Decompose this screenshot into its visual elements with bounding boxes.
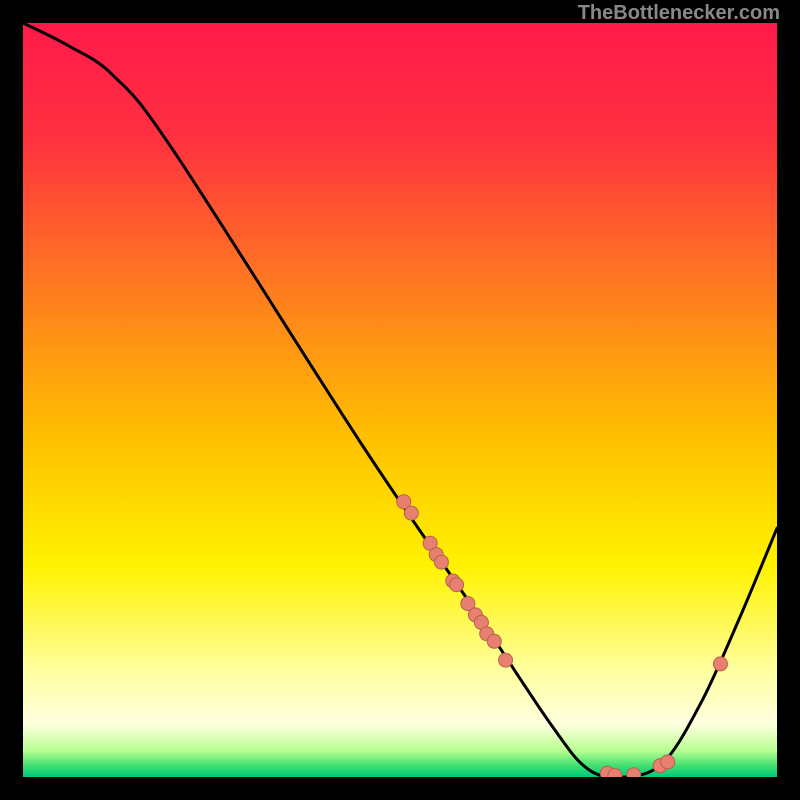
chart-svg [23,23,777,777]
data-point [487,634,501,648]
data-point [627,768,641,777]
gradient-background [23,23,777,777]
data-point [450,578,464,592]
data-point [713,657,727,671]
data-point [434,555,448,569]
data-point [404,506,418,520]
plot-area [23,23,777,777]
attribution-text: TheBottlenecker.com [578,2,780,25]
chart-container: TheBottlenecker.com [0,0,800,800]
data-point [661,755,675,769]
data-point [499,653,513,667]
